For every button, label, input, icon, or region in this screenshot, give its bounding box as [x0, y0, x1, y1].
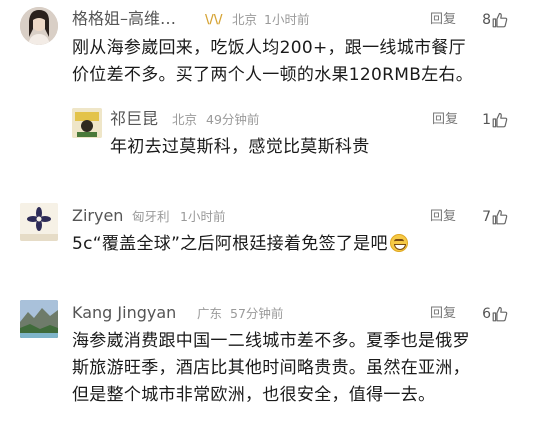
comment-line: 刚从海参崴回来，吃饭人均200+，跟一线城市餐厅	[72, 38, 466, 58]
comment-text: 年初去过莫斯科，感觉比莫斯科贵	[110, 134, 520, 161]
comment-time: 49分钟前	[206, 112, 260, 127]
comment-text: 刚从海参崴回来，吃饭人均200+，跟一线城市餐厅 价位差不多。买了两个人一顿的水…	[72, 35, 522, 89]
comment-time: 57分钟前	[230, 306, 284, 321]
comment-location: 匈牙利	[132, 209, 170, 224]
reply-button[interactable]: 回复	[430, 304, 456, 324]
comment-location: 北京	[172, 112, 198, 127]
comment-location: 广东	[197, 306, 223, 321]
comment-time: 1小时前	[180, 209, 226, 224]
comment-line: 海参崴消费跟中国一二线城市差不多。夏季也是俄罗	[72, 331, 470, 351]
like-count: 8	[482, 12, 491, 28]
comment-line: 年初去过莫斯科，感觉比莫斯科贵	[110, 137, 370, 157]
like-count: 7	[482, 209, 491, 225]
username[interactable]: Ziryen	[72, 206, 123, 226]
comment-text: 海参崴消费跟中国一二线城市差不多。夏季也是俄罗 斯旅游旺季，酒店比其他时间略贵贵…	[72, 328, 522, 409]
thumbs-up-icon[interactable]	[492, 12, 508, 28]
comment-line: 但是整个城市非常欧洲，也很安全，值得一去。	[72, 385, 436, 405]
reply-button[interactable]: 回复	[430, 10, 456, 30]
avatar[interactable]	[72, 108, 102, 138]
username[interactable]: 格格姐–高维…	[72, 9, 176, 29]
reply-item: 祁巨昆 北京 49分钟前 回复 1 年初去过莫斯科，感觉比莫斯科贵	[0, 100, 538, 180]
thumbs-up-icon[interactable]	[492, 209, 508, 225]
like-count: 1	[482, 112, 491, 128]
vip-badge-icon: \/\/	[205, 12, 223, 26]
avatar[interactable]	[20, 7, 58, 45]
comment-line: 价位差不多。买了两个人一顿的水果120RMB左右。	[72, 65, 474, 85]
thumbs-up-icon[interactable]	[492, 306, 508, 322]
thumbs-up-icon[interactable]	[492, 112, 508, 128]
comment-time: 1小时前	[264, 12, 310, 27]
reply-button[interactable]: 回复	[432, 110, 458, 130]
like-count: 6	[482, 306, 491, 322]
username[interactable]: 祁巨昆	[110, 109, 158, 129]
avatar[interactable]	[20, 300, 58, 338]
username[interactable]: Kang Jingyan	[72, 303, 176, 323]
comment-line: 5c“覆盖全球”之后阿根廷接着免签了是吧	[72, 234, 388, 254]
comment-item: 格格姐–高维… \/\/ 北京 1小时前 回复 8 刚从海参崴回来，吃饭人均20…	[0, 0, 538, 110]
grinning-face-icon	[389, 234, 408, 252]
comment-location: 北京	[232, 12, 258, 27]
avatar[interactable]	[20, 203, 58, 241]
comment-line: 斯旅游旺季，酒店比其他时间略贵贵。虽然在亚洲，	[72, 358, 470, 378]
comment-item: Kang Jingyan 广东 57分钟前 回复 6 海参崴消费跟中国一二线城市…	[0, 290, 538, 423]
comment-text: 5c“覆盖全球”之后阿根廷接着免签了是吧	[72, 231, 522, 258]
comment-item: Ziryen 匈牙利 1小时前 回复 7 5c“覆盖全球”之后阿根廷接着免签了是…	[0, 195, 538, 275]
reply-button[interactable]: 回复	[430, 207, 456, 227]
